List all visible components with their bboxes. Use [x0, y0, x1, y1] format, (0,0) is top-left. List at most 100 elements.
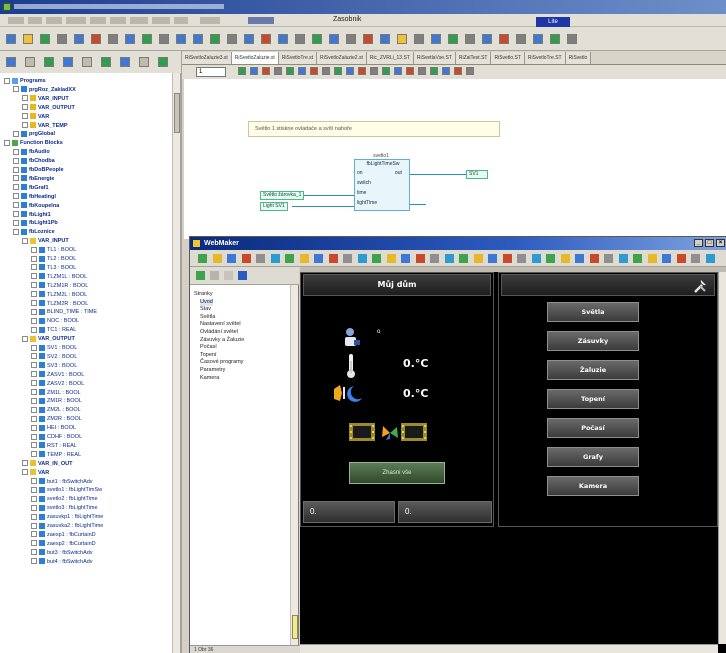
webmaker-toolbar-button[interactable]: [299, 254, 309, 263]
expand-toggle-icon[interactable]: [13, 193, 19, 200]
editor-toolbar-button[interactable]: [322, 67, 330, 75]
tree-item[interactable]: NOC : BOOL: [31, 317, 79, 325]
expand-toggle-icon[interactable]: [31, 513, 37, 520]
tree-item[interactable]: but3 : fbSwitchAdv: [31, 549, 93, 557]
toolbar-button[interactable]: [210, 34, 220, 44]
expand-toggle-icon[interactable]: [31, 282, 37, 289]
page-tree-item[interactable]: Uvod: [200, 298, 213, 306]
toolbar-button[interactable]: [346, 34, 356, 44]
function-block[interactable]: fbLightTimeSw on switch time lightTime o…: [354, 159, 410, 211]
toolbar-button[interactable]: [91, 34, 101, 44]
expand-toggle-icon[interactable]: [31, 291, 37, 298]
tree-item[interactable]: zasuvkp1 : fbLightTime: [31, 513, 103, 521]
file-tab[interactable]: RiSvetloZaluzie2.st: [317, 52, 367, 64]
tree-item[interactable]: fbHeatingI: [13, 193, 56, 201]
expand-toggle-icon[interactable]: [31, 397, 37, 404]
tree-item[interactable]: svetlo3 : fbLightTime: [31, 504, 98, 512]
tree-item[interactable]: but1 : fbSwitchAdv: [31, 478, 93, 486]
page-tree-item[interactable]: Topení: [200, 352, 217, 359]
webmaker-toolbar-button[interactable]: [560, 254, 570, 263]
webmaker-toolbar-button[interactable]: [517, 254, 526, 263]
move-up-icon[interactable]: [224, 271, 233, 280]
tree-item[interactable]: VAR: [22, 469, 49, 477]
tree-item[interactable]: VAR_OUTPUT: [22, 335, 75, 343]
page-tree-scrollbar[interactable]: [290, 285, 298, 653]
menu-tools[interactable]: [130, 17, 148, 24]
expand-toggle-icon[interactable]: [13, 219, 19, 226]
editor-toolbar-button[interactable]: [370, 67, 378, 75]
toolbar-button[interactable]: [176, 34, 186, 44]
toolbar-button[interactable]: [74, 34, 84, 44]
project-toolbar-button[interactable]: [82, 57, 92, 67]
page-tree-scroll-thumb[interactable]: [292, 615, 298, 639]
expand-toggle-icon[interactable]: [31, 264, 37, 271]
webmaker-toolbar-button[interactable]: [256, 254, 265, 263]
webmaker-toolbar-button[interactable]: [691, 254, 700, 263]
tree-item[interactable]: fbKoupelna: [13, 202, 59, 210]
tree-item[interactable]: fbLight1Pb: [13, 219, 58, 227]
webmaker-toolbar-button[interactable]: [618, 254, 628, 263]
tree-item[interactable]: fbAudio: [13, 148, 50, 156]
webmaker-toolbar-button[interactable]: [328, 254, 338, 263]
toolbar-button[interactable]: [125, 34, 135, 44]
editor-toolbar-button[interactable]: [250, 67, 258, 75]
menu-view[interactable]: [46, 17, 62, 24]
tree-item[interactable]: TLZM2R : BOOL: [31, 300, 88, 308]
tree-scroll-thumb[interactable]: [174, 93, 180, 133]
menu-file[interactable]: [8, 17, 24, 24]
menu-button-weather[interactable]: Počasí: [547, 418, 639, 438]
value-field[interactable]: 0.: [303, 501, 395, 523]
project-toolbar-button[interactable]: [158, 57, 168, 67]
project-toolbar-button[interactable]: [44, 57, 54, 67]
toolbar-button[interactable]: [23, 34, 33, 44]
editor-toolbar-button[interactable]: [454, 67, 462, 75]
expand-toggle-icon[interactable]: [22, 95, 28, 102]
expand-toggle-icon[interactable]: [22, 122, 28, 129]
menu-edit[interactable]: [28, 17, 42, 24]
expand-toggle-icon[interactable]: [22, 113, 28, 120]
expand-toggle-icon[interactable]: [31, 451, 37, 458]
expand-toggle-icon[interactable]: [4, 139, 10, 146]
editor-toolbar-button[interactable]: [430, 67, 438, 75]
menu-button-camera[interactable]: Kamera: [547, 476, 639, 496]
expand-toggle-icon[interactable]: [31, 406, 37, 413]
page-tree[interactable]: Stranky Uvod Stav Světla Nastavení světel Ovl…: [190, 285, 299, 653]
tree-item[interactable]: fbGraf1: [13, 184, 49, 192]
webmaker-toolbar-button[interactable]: [430, 254, 439, 263]
menu-extra[interactable]: [200, 17, 220, 24]
tree-item[interactable]: fbLight1: [13, 211, 51, 219]
expand-toggle-icon[interactable]: [31, 246, 37, 253]
expand-toggle-icon[interactable]: [13, 228, 19, 235]
toolbar-button[interactable]: [57, 34, 67, 44]
file-tab[interactable]: RiSvetloZaluzie3.st: [182, 52, 232, 64]
tree-item[interactable]: VAR_OUTPUT: [22, 104, 75, 112]
expand-toggle-icon[interactable]: [31, 362, 37, 369]
expand-toggle-icon[interactable]: [31, 380, 37, 387]
expand-toggle-icon[interactable]: [13, 157, 19, 164]
tree-item[interactable]: SV3 : BOOL: [31, 362, 77, 370]
editor-toolbar-button[interactable]: [334, 67, 342, 75]
webmaker-toolbar-button[interactable]: [343, 254, 352, 263]
fbd-diagram[interactable]: Světlo 1 stiskne ovladače a svítí nahoře…: [184, 79, 726, 239]
menu-button-blinds[interactable]: Žaluzie: [547, 360, 639, 380]
webmaker-toolbar-button[interactable]: [227, 254, 236, 263]
menu-button-heating[interactable]: Topení: [547, 389, 639, 409]
toolbar-button[interactable]: [516, 34, 526, 44]
page-tree-item[interactable]: Stranky: [194, 291, 213, 298]
menu-button-lights[interactable]: Světla: [547, 302, 639, 322]
editor-toolbar-button[interactable]: [238, 67, 246, 75]
tree-item[interactable]: ZM2L : BOOL: [31, 406, 81, 414]
webmaker-toolbar-button[interactable]: [502, 254, 512, 263]
expand-toggle-icon[interactable]: [31, 433, 37, 440]
expand-toggle-icon[interactable]: [13, 148, 19, 155]
editor-toolbar-button[interactable]: [442, 67, 450, 75]
page-tree-item[interactable]: Počasí: [200, 344, 217, 351]
tree-item[interactable]: zaesp2 : fbCurtainD: [31, 540, 96, 548]
expand-toggle-icon[interactable]: [13, 166, 19, 173]
editor-toolbar-button[interactable]: [262, 67, 270, 75]
toolbar-button[interactable]: [278, 34, 288, 44]
webmaker-toolbar-button[interactable]: [531, 254, 541, 263]
tree-item[interactable]: CDHF : BOOL: [31, 433, 82, 441]
tree-item[interactable]: TL3 : BOOL: [31, 264, 76, 272]
tree-item[interactable]: fbLoznice: [13, 228, 55, 236]
